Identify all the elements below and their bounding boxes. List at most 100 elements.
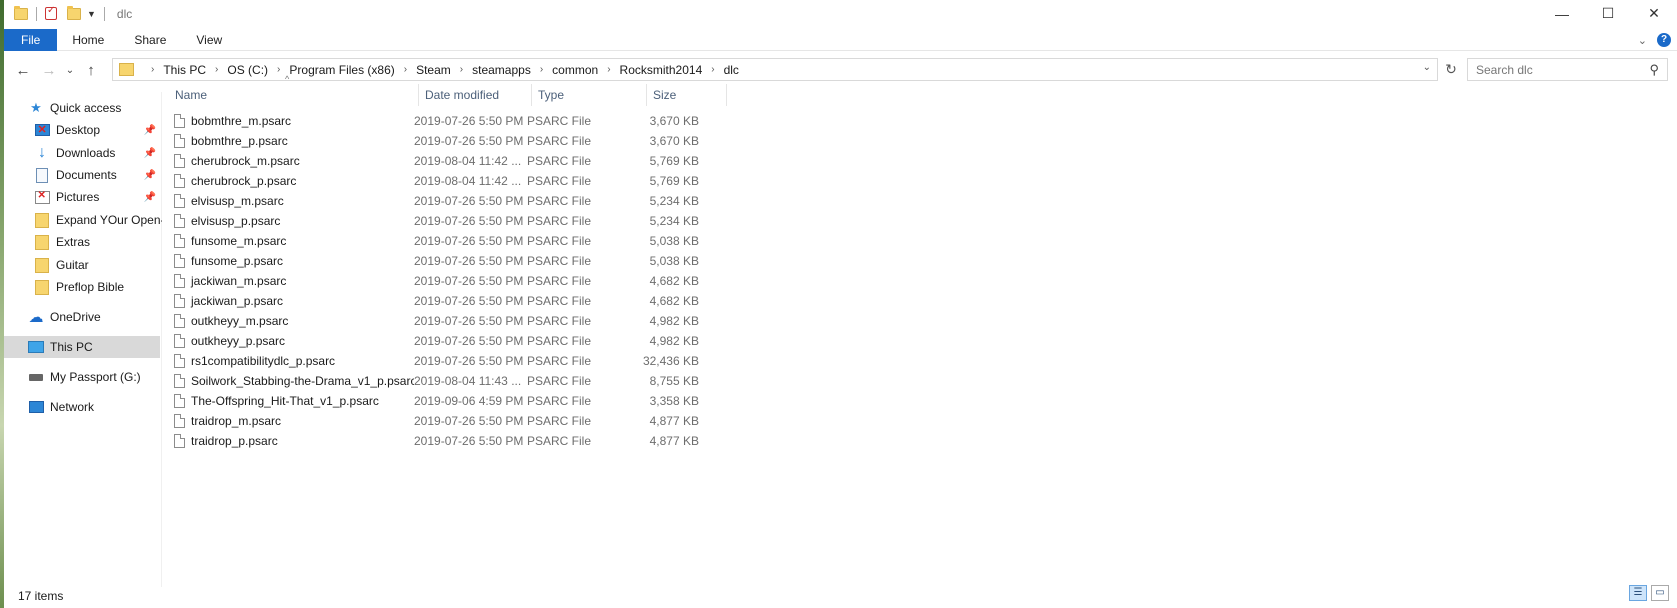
file-name: Soilwork_Stabbing-the-Drama_v1_p.psarc <box>191 374 414 388</box>
sidebar-item-quick-access[interactable]: ★ Quick access <box>4 97 162 119</box>
recent-locations-icon[interactable]: ⌄ <box>62 65 78 76</box>
sidebar-item-label: Documents <box>56 168 117 182</box>
sidebar-item-preflop-bible[interactable]: Preflop Bible <box>4 276 162 298</box>
forward-arrow-icon[interactable]: → <box>36 62 62 79</box>
sidebar-item-label: Network <box>50 400 95 414</box>
sidebar-item-this-pc[interactable]: This PC <box>4 336 160 358</box>
file-icon <box>174 194 185 208</box>
file-row[interactable]: bobmthre_p.psarc 2019-07-26 5:50 PM PSARC … <box>174 131 714 151</box>
file-icon <box>174 134 185 148</box>
breadcrumb-item[interactable]: › This PC <box>142 63 206 77</box>
file-icon <box>174 394 185 408</box>
sidebar-item-network[interactable]: Network <box>4 396 162 418</box>
new-folder-icon[interactable] <box>67 5 81 20</box>
file-name-cell: cherubrock_m.psarc <box>174 154 414 168</box>
file-size: 4,982 KB <box>649 334 699 348</box>
pin-icon: 📌 <box>143 147 156 159</box>
minimize-button[interactable]: — <box>1539 0 1585 27</box>
search-box: ⚲ <box>1467 58 1668 81</box>
tab-share[interactable]: Share <box>119 29 181 51</box>
file-row[interactable]: funsome_m.psarc 2019-07-26 5:50 PM PSARC F… <box>174 231 714 251</box>
file-type: PSARC File <box>527 214 592 228</box>
file-name: cherubrock_m.psarc <box>191 154 300 168</box>
file-row[interactable]: bobmthre_m.psarc 2019-07-26 5:50 PM PSARC … <box>174 111 714 131</box>
file-icon <box>174 354 185 368</box>
sidebar-item-label: Desktop <box>56 123 101 137</box>
tab-home[interactable]: Home <box>57 29 119 51</box>
breadcrumb-label: OS (C:) <box>227 62 269 77</box>
file-row[interactable]: The-Offspring_Hit-That_v1_p.psarc 2019-09… <box>174 391 714 411</box>
column-header-type[interactable]: Type <box>532 84 647 106</box>
file-row[interactable]: Soilwork_Stabbing-the-Drama_v1_p.psarc 20… <box>174 371 714 391</box>
file-row[interactable]: jackiwan_m.psarc 2019-07-26 5:50 PM PSARC … <box>174 271 714 291</box>
help-icon[interactable]: ? <box>1657 33 1671 47</box>
ribbon-right-controls: ⌄ ? <box>1638 29 1671 51</box>
file-type: PSARC File <box>527 274 592 288</box>
maximize-button[interactable]: ☐ <box>1585 0 1631 27</box>
chevron-right-icon: › <box>459 64 464 75</box>
file-type: PSARC File <box>527 414 592 428</box>
file-row[interactable]: rs1compatibilitydlc_p.psarc 2019-07-26 5:… <box>174 351 714 371</box>
pin-icon: 📌 <box>143 191 156 203</box>
sidebar-item-documents[interactable]: Documents 📌 <box>4 164 162 186</box>
file-name-cell: cherubrock_p.psarc <box>174 174 414 188</box>
breadcrumb-label: common <box>552 62 599 77</box>
file-row[interactable]: outkheyy_m.psarc 2019-07-26 5:50 PM PSARC … <box>174 311 714 331</box>
large-icons-view-icon[interactable]: ▭ <box>1651 585 1669 601</box>
column-header-size[interactable]: Size <box>647 84 727 106</box>
folder-icon <box>34 212 50 228</box>
network-icon <box>28 399 44 415</box>
sidebar-item-extras[interactable]: Extras <box>4 231 162 253</box>
sidebar-item-label: Expand YOur Open- <box>56 213 162 227</box>
search-icon[interactable]: ⚲ <box>1649 62 1659 78</box>
file-row[interactable]: traidrop_p.psarc 2019-07-26 5:50 PM PSARC … <box>174 431 714 451</box>
file-type: PSARC File <box>527 334 592 348</box>
file-size: 4,682 KB <box>649 274 699 288</box>
file-size: 5,234 KB <box>649 194 699 208</box>
folder-icon <box>34 279 50 295</box>
file-row[interactable]: cherubrock_p.psarc 2019-08-04 11:42 ... PS… <box>174 171 714 191</box>
tab-file[interactable]: File <box>4 28 58 51</box>
file-date: 2019-08-04 11:42 ... <box>414 174 522 188</box>
breadcrumb-item[interactable]: › Rocksmith2014 <box>598 63 702 77</box>
column-header-date-modified[interactable]: Date modified <box>419 84 532 106</box>
breadcrumb-item[interactable]: › steamapps <box>451 63 531 77</box>
file-date: 2019-07-26 5:50 PM <box>414 274 524 288</box>
search-input[interactable] <box>1476 62 1646 77</box>
file-row[interactable]: elvisusp_p.psarc 2019-07-26 5:50 PM PSARC … <box>174 211 714 231</box>
back-arrow-icon[interactable]: ← <box>10 62 36 79</box>
sidebar-item-downloads[interactable]: ↓ Downloads 📌 <box>4 142 162 164</box>
expand-ribbon-icon[interactable]: ⌄ <box>1638 34 1647 47</box>
breadcrumb-item[interactable]: › Steam <box>395 63 451 77</box>
sidebar-item-desktop[interactable]: Desktop 📌 <box>4 119 162 141</box>
file-row[interactable]: cherubrock_m.psarc 2019-08-04 11:42 ... PS… <box>174 151 714 171</box>
customize-toolbar-icon[interactable]: ▼ <box>87 9 96 19</box>
file-row[interactable]: funsome_p.psarc 2019-07-26 5:50 PM PSARC F… <box>174 251 714 271</box>
file-row[interactable]: traidrop_m.psarc 2019-07-26 5:50 PM PSARC … <box>174 411 714 431</box>
breadcrumb-item[interactable]: › common <box>531 63 598 77</box>
file-row[interactable]: elvisusp_m.psarc 2019-07-26 5:50 PM PSARC … <box>174 191 714 211</box>
sidebar-item-expand-your-open[interactable]: Expand YOur Open- <box>4 209 162 231</box>
file-row[interactable]: jackiwan_p.psarc 2019-07-26 5:50 PM PSARC … <box>174 291 714 311</box>
sidebar-item-my-passport[interactable]: My Passport (G:) <box>4 366 162 388</box>
up-arrow-icon[interactable]: ↑ <box>78 62 104 79</box>
address-bar[interactable]: › This PC › OS (C:) › Program Files (x86) ›… <box>112 58 1438 81</box>
sidebar-item-onedrive[interactable]: ☁ OneDrive <box>4 306 162 328</box>
file-date: 2019-07-26 5:50 PM <box>414 334 524 348</box>
sidebar-item-guitar[interactable]: Guitar <box>4 254 162 276</box>
file-size: 4,877 KB <box>649 414 699 428</box>
file-row[interactable]: outkheyy_p.psarc 2019-07-26 5:50 PM PSARC … <box>174 331 714 351</box>
file-size: 5,769 KB <box>649 154 699 168</box>
refresh-icon[interactable]: ↻ <box>1442 61 1460 79</box>
close-button[interactable]: ✕ <box>1631 0 1677 27</box>
breadcrumb-item[interactable]: › OS (C:) <box>206 63 268 77</box>
details-view-icon[interactable]: ☰ <box>1629 585 1647 601</box>
column-header-name[interactable]: ^ Name <box>169 75 419 106</box>
file-icon <box>174 234 185 248</box>
breadcrumb-item[interactable]: › dlc <box>702 63 739 77</box>
address-history-dropdown-icon[interactable]: ⌄ <box>1423 62 1431 73</box>
tab-view[interactable]: View <box>181 29 237 51</box>
sidebar-item-pictures[interactable]: Pictures 📌 <box>4 186 162 208</box>
file-name: cherubrock_p.psarc <box>191 174 297 188</box>
properties-icon[interactable] <box>45 5 57 20</box>
